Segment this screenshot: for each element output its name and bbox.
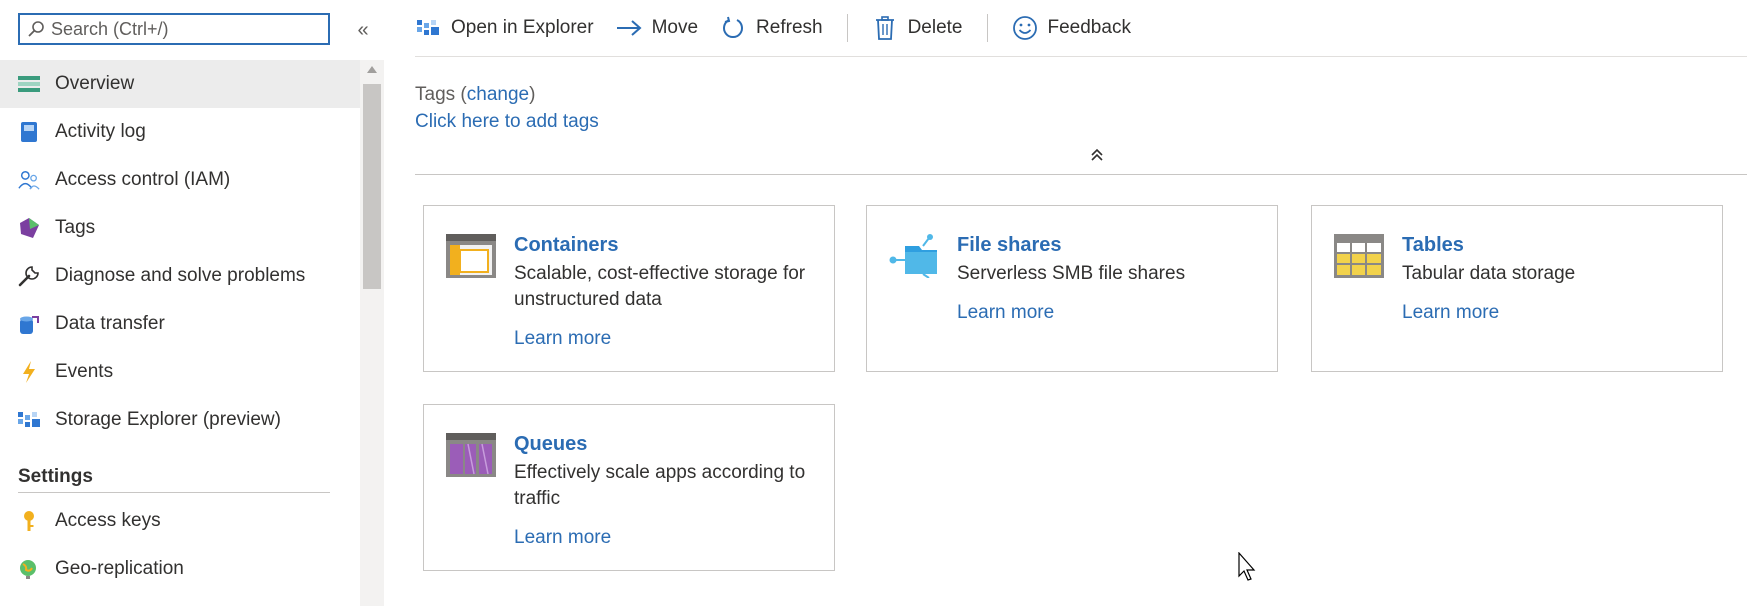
overview-icon xyxy=(18,73,40,95)
activity-log-icon xyxy=(18,121,40,143)
sidebar-item-label: Access keys xyxy=(55,510,161,531)
sidebar-item-label: Geo-replication xyxy=(55,558,184,579)
file-shares-icon xyxy=(889,234,939,279)
key-icon xyxy=(18,510,40,532)
tags-icon xyxy=(18,217,40,239)
storage-explorer-icon xyxy=(18,409,40,431)
sidebar-item-storage-explorer[interactable]: Storage Explorer (preview) xyxy=(0,396,360,444)
open-in-explorer-label: Open in Explorer xyxy=(451,17,594,38)
queues-card: Queues Effectively scale apps according … xyxy=(423,404,835,571)
sidebar-item-overview[interactable]: Overview xyxy=(0,60,360,108)
sidebar-item-events[interactable]: Events xyxy=(0,348,360,396)
search-icon xyxy=(27,20,49,38)
sidebar-item-geo-replication[interactable]: Geo-replication xyxy=(0,545,360,593)
card-description: Serverless SMB file shares xyxy=(957,263,1186,284)
learn-more-link[interactable]: Learn more xyxy=(514,328,611,350)
delete-label: Delete xyxy=(907,17,963,38)
tables-icon xyxy=(1334,234,1384,278)
card-description: Effectively scale apps according to traf… xyxy=(514,462,806,509)
queues-icon xyxy=(446,433,496,477)
tags-row: Tags (change) xyxy=(415,84,536,105)
file-shares-card: File shares Serverless SMB file shares L… xyxy=(866,205,1278,372)
toolbar-divider xyxy=(415,56,1747,57)
access-control-icon xyxy=(18,169,40,191)
change-tags-link[interactable]: change xyxy=(467,84,529,105)
sidebar-item-access-keys[interactable]: Access keys xyxy=(0,497,360,545)
open-in-explorer-button[interactable]: Open in Explorer xyxy=(415,0,594,56)
arrow-right-icon xyxy=(616,15,642,41)
feedback-button[interactable]: Feedback xyxy=(1012,0,1131,56)
sidebar-item-diagnose[interactable]: Diagnose and solve problems xyxy=(0,252,360,300)
card-title[interactable]: Tables xyxy=(1402,234,1464,257)
feedback-label: Feedback xyxy=(1047,17,1131,38)
toolbar-separator xyxy=(986,14,988,42)
card-title[interactable]: Queues xyxy=(514,433,587,456)
essentials-divider xyxy=(415,174,1747,175)
sidebar-item-label: Access control (IAM) xyxy=(55,169,231,190)
refresh-icon xyxy=(720,15,746,41)
globe-icon xyxy=(18,558,40,580)
sidebar-item-label: Data transfer xyxy=(55,313,165,334)
sidebar-item-data-transfer[interactable]: Data transfer xyxy=(0,300,360,348)
settings-divider xyxy=(18,492,330,493)
tags-label: Tags xyxy=(415,84,456,105)
sidebar-item-label: Activity log xyxy=(55,121,146,142)
collapse-sidebar-button[interactable]: « xyxy=(352,18,374,42)
storage-explorer-icon xyxy=(415,15,441,41)
sidebar-item-label: Diagnose and solve problems xyxy=(55,265,306,286)
sidebar-menu: Overview Activity log Access control (IA… xyxy=(0,60,360,593)
sidebar-item-label: Overview xyxy=(55,73,135,94)
smiley-icon xyxy=(1012,15,1038,41)
settings-header: Settings xyxy=(18,466,93,487)
card-description: Tabular data storage xyxy=(1402,263,1576,284)
toolbar-separator xyxy=(846,14,848,42)
card-description: Scalable, cost-effective storage for uns… xyxy=(514,263,806,310)
scroll-thumb[interactable] xyxy=(363,84,381,289)
command-bar: Open in Explorer Move Refresh Delete Fee… xyxy=(415,0,1747,56)
move-button[interactable]: Move xyxy=(616,0,698,56)
sidebar-item-label: Events xyxy=(55,361,114,382)
data-transfer-icon xyxy=(18,313,40,335)
learn-more-link[interactable]: Learn more xyxy=(514,527,611,549)
collapse-essentials-icon[interactable] xyxy=(1088,145,1106,165)
sidebar-scrollbar[interactable] xyxy=(360,60,384,606)
trash-icon xyxy=(872,15,898,41)
lightning-icon xyxy=(18,361,40,383)
sidebar-item-label: Storage Explorer (preview) xyxy=(55,409,281,430)
search-input[interactable] xyxy=(49,16,328,42)
card-title[interactable]: File shares xyxy=(957,234,1062,257)
add-tags-link[interactable]: Click here to add tags xyxy=(415,111,599,133)
card-title[interactable]: Containers xyxy=(514,234,618,257)
containers-icon xyxy=(446,234,496,278)
containers-card: Containers Scalable, cost-effective stor… xyxy=(423,205,835,372)
learn-more-link[interactable]: Learn more xyxy=(957,302,1054,324)
sidebar-item-activity-log[interactable]: Activity log xyxy=(0,108,360,156)
sidebar-item-access-control[interactable]: Access control (IAM) xyxy=(0,156,360,204)
mouse-pointer-icon xyxy=(1238,551,1258,582)
tables-card: Tables Tabular data storage Learn more xyxy=(1311,205,1723,372)
search-box[interactable] xyxy=(18,13,330,45)
wrench-icon xyxy=(18,265,40,287)
sidebar-item-tags[interactable]: Tags xyxy=(0,204,360,252)
sidebar: « Overview Activity log Access control (… xyxy=(0,0,385,606)
scroll-up-arrow-icon[interactable] xyxy=(367,66,377,73)
move-label: Move xyxy=(651,17,699,38)
sidebar-item-label: Tags xyxy=(55,217,96,238)
refresh-label: Refresh xyxy=(756,17,823,38)
delete-button[interactable]: Delete xyxy=(872,0,963,56)
learn-more-link[interactable]: Learn more xyxy=(1402,302,1499,324)
refresh-button[interactable]: Refresh xyxy=(720,0,823,56)
